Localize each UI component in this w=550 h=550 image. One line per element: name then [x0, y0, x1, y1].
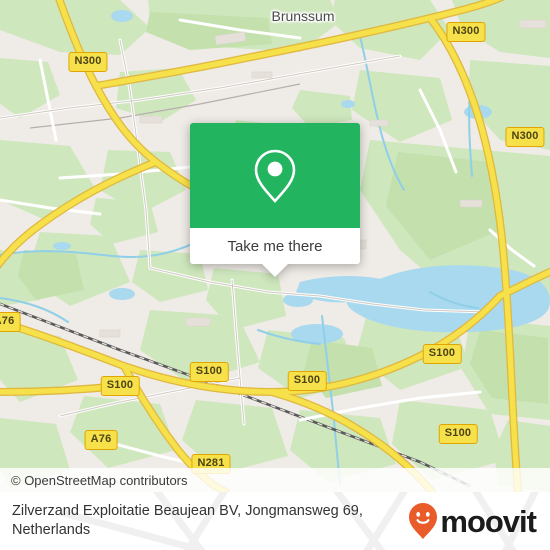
place-label-brunssum: Brunssum [271, 8, 335, 24]
moovit-wordmark: moovit [440, 503, 537, 539]
road-shield: N300 [505, 127, 545, 147]
road-shield: S100 [287, 371, 327, 391]
road-shield: S100 [422, 344, 462, 364]
place-title: Zilverzand Exploitatie Beaujean BV, Jong… [12, 503, 363, 538]
osm-attribution-text: © OpenStreetMap contributors [11, 472, 188, 488]
road-shield: S100 [189, 362, 229, 382]
road-shield: S100 [438, 424, 478, 444]
map-pin-icon [254, 149, 296, 203]
moovit-pin-smile-icon [409, 503, 438, 539]
map-attribution-bar: © OpenStreetMap contributors [0, 468, 550, 492]
map-canvas[interactable]: N300 N300 N300 A76 S100 S100 S100 S100 S… [0, 0, 550, 492]
card-pointer-tail [262, 264, 288, 277]
road-shield: N300 [446, 22, 486, 42]
card-header [190, 123, 360, 228]
take-me-there-button[interactable]: Take me there [190, 228, 360, 277]
road-shield: A76 [84, 430, 118, 450]
road-shield: N300 [68, 52, 108, 72]
location-info-card[interactable]: Take me there [190, 123, 360, 277]
take-me-there-label: Take me there [227, 237, 323, 255]
road-shield: S100 [100, 376, 140, 396]
moovit-logo[interactable]: moovit [408, 502, 537, 540]
road-shield: A76 [0, 312, 21, 332]
footer-bar: Zilverzand Exploitatie Beaujean BV, Jong… [0, 492, 550, 550]
moovit-map-screenshot: N300 N300 N300 A76 S100 S100 S100 S100 S… [0, 0, 550, 550]
